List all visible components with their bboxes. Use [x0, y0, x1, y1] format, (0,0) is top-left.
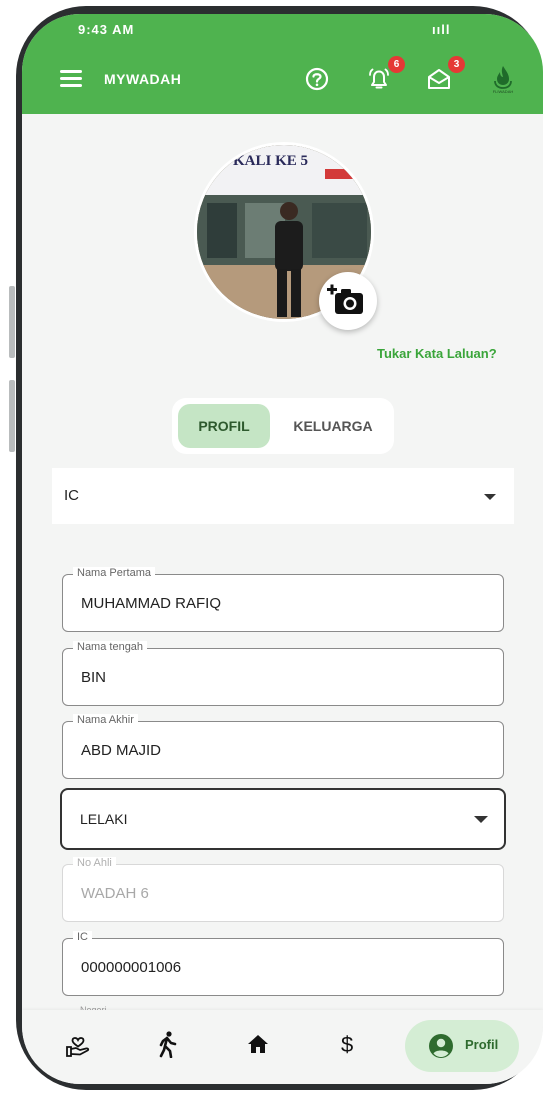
middle-name-field[interactable]: Nama tengah BIN — [62, 641, 504, 706]
logo-text: FLIWADAH — [492, 89, 514, 94]
status-time: 9:43 AM — [78, 22, 135, 37]
ic-value: 000000001006 — [81, 959, 182, 976]
add-photo-camera-icon — [327, 284, 363, 314]
first-name-field[interactable]: Nama Pertama MUHAMMAD RAFIQ — [62, 567, 504, 632]
photo-banner-text: KALI KE 5 — [233, 153, 308, 169]
home-icon[interactable] — [244, 1030, 272, 1058]
menu-icon[interactable] — [60, 70, 82, 88]
profile-tabs: PROFIL KELUARGA — [172, 398, 394, 454]
bottom-nav: $ Profil — [22, 1010, 543, 1084]
ic-field[interactable]: IC 000000001006 — [62, 931, 504, 996]
app-title: MYWADAH — [104, 71, 182, 87]
status-bar: 9:43 AM ııll — [22, 14, 543, 48]
member-no-label: No Ahli — [73, 857, 116, 869]
app-screen: 9:43 AM ııll MYWADAH 6 3 FLIWADAH KALI K… — [22, 14, 543, 1084]
nav-label-profil: Profil — [465, 1037, 499, 1052]
change-photo-button[interactable] — [319, 272, 377, 330]
first-name-value: MUHAMMAD RAFIQ — [81, 595, 221, 612]
last-name-field[interactable]: Nama Akhir ABD MAJID — [62, 714, 504, 779]
account-circle-icon — [429, 1034, 453, 1058]
last-name-value: ABD MAJID — [81, 742, 162, 759]
phone-volume-down — [9, 380, 15, 452]
first-name-label: Nama Pertama — [73, 567, 155, 579]
signal-indicator: ııll — [432, 22, 451, 37]
nav-item-profil[interactable]: Profil — [405, 1020, 519, 1072]
tab-profil[interactable]: PROFIL — [178, 404, 270, 448]
notification-count-badge: 6 — [388, 56, 405, 73]
ic-label: IC — [73, 931, 92, 943]
gender-value: LELAKI — [80, 811, 128, 827]
gender-select[interactable]: LELAKI — [60, 788, 506, 850]
change-password-link[interactable]: Tukar Kata Laluan? — [377, 346, 497, 361]
member-no-field: No Ahli WADAH 6 — [62, 857, 504, 922]
help-icon[interactable] — [302, 64, 332, 94]
dollar-icon[interactable]: $ — [334, 1030, 362, 1058]
app-logo: FLIWADAH — [486, 62, 520, 98]
tab-keluarga[interactable]: KELUARGA — [278, 404, 388, 448]
walking-icon[interactable] — [154, 1030, 182, 1059]
middle-name-label: Nama tengah — [73, 641, 148, 653]
chevron-down-icon — [484, 494, 496, 500]
id-type-select[interactable]: IC — [52, 468, 514, 524]
message-count-badge: 3 — [448, 56, 465, 73]
id-type-value: IC — [64, 487, 79, 504]
middle-name-value: BIN — [81, 669, 107, 686]
svg-text:$: $ — [341, 1032, 353, 1057]
phone-volume-up — [9, 286, 15, 358]
last-name-label: Nama Akhir — [73, 714, 138, 726]
hand-heart-icon[interactable] — [64, 1030, 92, 1058]
app-header: MYWADAH 6 3 FLIWADAH — [22, 48, 543, 114]
chevron-down-icon — [474, 816, 488, 823]
member-no-value: WADAH 6 — [81, 885, 149, 902]
